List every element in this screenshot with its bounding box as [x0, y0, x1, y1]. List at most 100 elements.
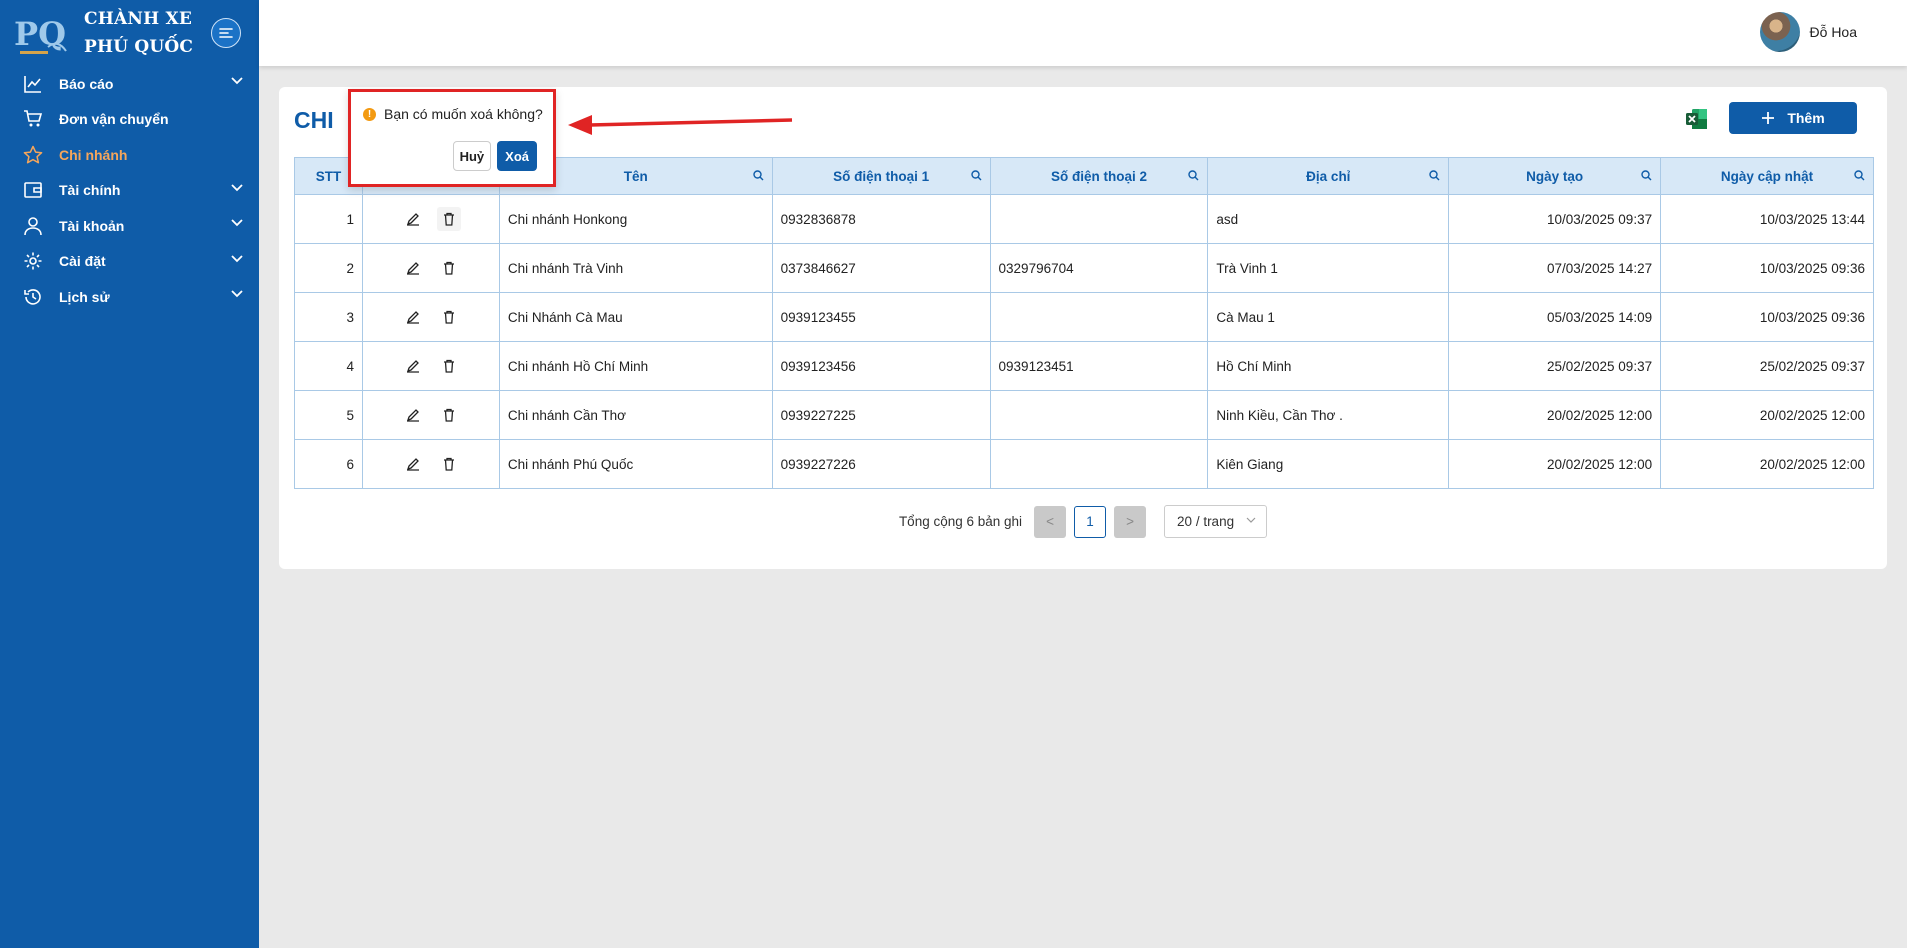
sidebar-item-label: Lịch sử [59, 288, 110, 305]
sidebar-item-tai-chinh[interactable]: Tài chính [0, 173, 259, 209]
chart-line-icon [22, 73, 44, 95]
edit-icon[interactable] [401, 452, 425, 476]
sidebar-nav: Báo cáo Đơn vận chuyển Chi nhánh Tài chí… [0, 66, 259, 315]
sidebar-item-lich-su[interactable]: Lịch sử [0, 279, 259, 315]
cell-name: Chi nhánh Hồ Chí Minh [498, 341, 773, 391]
page-size-select[interactable]: 20 / trang [1164, 505, 1268, 538]
history-icon [22, 286, 44, 308]
cell-stt: 2 [294, 243, 363, 293]
sidebar-item-cai-dat[interactable]: Cài đặt [0, 244, 259, 280]
chevron-down-icon [231, 77, 243, 85]
brand: PQ CHÀNH XE PHÚ QUỐC [0, 0, 259, 66]
cell-updated: 10/03/2025 13:44 [1660, 194, 1874, 244]
sidebar-item-label: Cài đặt [59, 253, 106, 270]
column-header-address[interactable]: Địa chỉ [1207, 157, 1450, 195]
search-icon[interactable] [970, 170, 982, 181]
brand-line-1: CHÀNH XE [84, 9, 193, 29]
logo: PQ [12, 9, 68, 57]
delete-icon[interactable] [437, 452, 461, 476]
search-icon[interactable] [752, 170, 764, 181]
search-icon[interactable] [1854, 170, 1865, 181]
page-button-1[interactable]: 1 [1074, 505, 1107, 538]
edit-icon[interactable] [401, 256, 425, 280]
cell-phone2 [989, 194, 1209, 244]
sidebar-item-bao-cao[interactable]: Báo cáo [0, 66, 259, 102]
menu-toggle-button[interactable] [211, 18, 241, 48]
pagination: Tổng cộng 6 bản ghi < 1 > 20 / trang [279, 505, 1887, 538]
brand-line-2: PHÚ QUỐC [84, 37, 194, 57]
annotation-arrow-icon [568, 115, 793, 135]
add-button-label: Thêm [1787, 110, 1825, 126]
search-icon[interactable] [1641, 170, 1652, 181]
wallet-icon [22, 179, 44, 201]
column-header-updated[interactable]: Ngày cập nhật [1660, 157, 1874, 195]
cell-address: Kiên Giang [1207, 439, 1450, 489]
cell-address: Hồ Chí Minh [1207, 341, 1450, 391]
cell-stt: 4 [294, 341, 363, 391]
cell-phone2 [989, 292, 1209, 342]
cell-phone1: 0939123455 [771, 292, 991, 342]
delete-popconfirm: ! Bạn có muốn xoá không? Huỷ Xoá [348, 89, 556, 187]
chevron-down-icon [231, 183, 243, 191]
chevron-right-icon: > [1126, 514, 1134, 529]
cell-stt: 1 [294, 194, 363, 244]
cell-updated: 10/03/2025 09:36 [1660, 243, 1874, 293]
user-name: Đỗ Hoa [1809, 24, 1857, 40]
warning-icon: ! [363, 107, 376, 121]
confirm-delete-button[interactable]: Xoá [497, 141, 537, 171]
excel-export-icon[interactable] [1685, 107, 1709, 131]
sidebar: PQ CHÀNH XE PHÚ QUỐC Báo cáo Đơn vận chu… [0, 0, 259, 948]
cell-address: Trà Vinh 1 [1207, 243, 1450, 293]
sidebar-item-don-van-chuyen[interactable]: Đơn vận chuyển [0, 102, 259, 138]
delete-icon[interactable] [437, 403, 461, 427]
edit-icon[interactable] [401, 207, 425, 231]
sidebar-item-tai-khoan[interactable]: Tài khoản [0, 208, 259, 244]
chevron-down-icon [1246, 517, 1256, 523]
cancel-button[interactable]: Huỷ [452, 141, 492, 171]
user-menu[interactable]: Đỗ Hoa [1759, 12, 1857, 52]
chevron-down-icon [231, 219, 243, 227]
search-icon[interactable] [1429, 170, 1440, 181]
cell-created: 20/02/2025 12:00 [1448, 439, 1662, 489]
cart-icon [22, 108, 44, 130]
star-icon [22, 144, 44, 166]
popconfirm-actions: Huỷ Xoá [452, 141, 537, 171]
page-title: CHI [294, 107, 334, 133]
plus-icon [1762, 112, 1775, 124]
sidebar-item-label: Đơn vận chuyển [59, 111, 169, 128]
cell-created: 20/02/2025 12:00 [1448, 390, 1662, 440]
cell-actions [361, 194, 500, 244]
chevron-left-icon: < [1046, 514, 1054, 529]
edit-icon[interactable] [401, 354, 425, 378]
edit-icon[interactable] [401, 403, 425, 427]
cell-phone2: 0329796704 [989, 243, 1209, 293]
prev-page-button[interactable]: < [1034, 505, 1067, 538]
user-icon [22, 215, 44, 237]
column-header-created[interactable]: Ngày tạo [1448, 157, 1662, 195]
delete-icon[interactable] [437, 354, 461, 378]
cell-phone1: 0373846627 [771, 243, 991, 293]
delete-icon[interactable] [436, 207, 461, 231]
column-header-phone2[interactable]: Số điện thoại 2 [989, 157, 1209, 195]
cell-address: asd [1207, 194, 1450, 244]
search-icon[interactable] [1188, 170, 1199, 181]
add-button[interactable]: Thêm [1729, 102, 1857, 134]
cell-created: 05/03/2025 14:09 [1448, 292, 1662, 342]
cell-actions [361, 292, 500, 342]
cell-created: 07/03/2025 14:27 [1448, 243, 1662, 293]
delete-icon[interactable] [437, 305, 461, 329]
sidebar-item-chi-nhanh[interactable]: Chi nhánh [0, 137, 259, 173]
cell-stt: 6 [294, 439, 363, 489]
cell-created: 10/03/2025 09:37 [1448, 194, 1662, 244]
delete-icon[interactable] [437, 256, 461, 280]
column-header-phone1[interactable]: Số điện thoại 1 [771, 157, 991, 195]
cell-updated: 25/02/2025 09:37 [1660, 341, 1874, 391]
table-row: 6 Chi nhánh Phú Quốc 0939227226 Kiên Gia… [294, 439, 1874, 489]
svg-text:PQ: PQ [14, 15, 66, 53]
table-row: 5 Chi nhánh Cần Thơ 0939227225 Ninh Kiều… [294, 390, 1874, 440]
table-row: 4 Chi nhánh Hồ Chí Minh 0939123456 09391… [294, 341, 1874, 391]
cell-address: Ninh Kiều, Cần Thơ . [1207, 390, 1450, 440]
next-page-button[interactable]: > [1114, 505, 1147, 538]
edit-icon[interactable] [401, 305, 425, 329]
table-row: 2 Chi nhánh Trà Vinh 0373846627 03297967… [294, 243, 1874, 293]
